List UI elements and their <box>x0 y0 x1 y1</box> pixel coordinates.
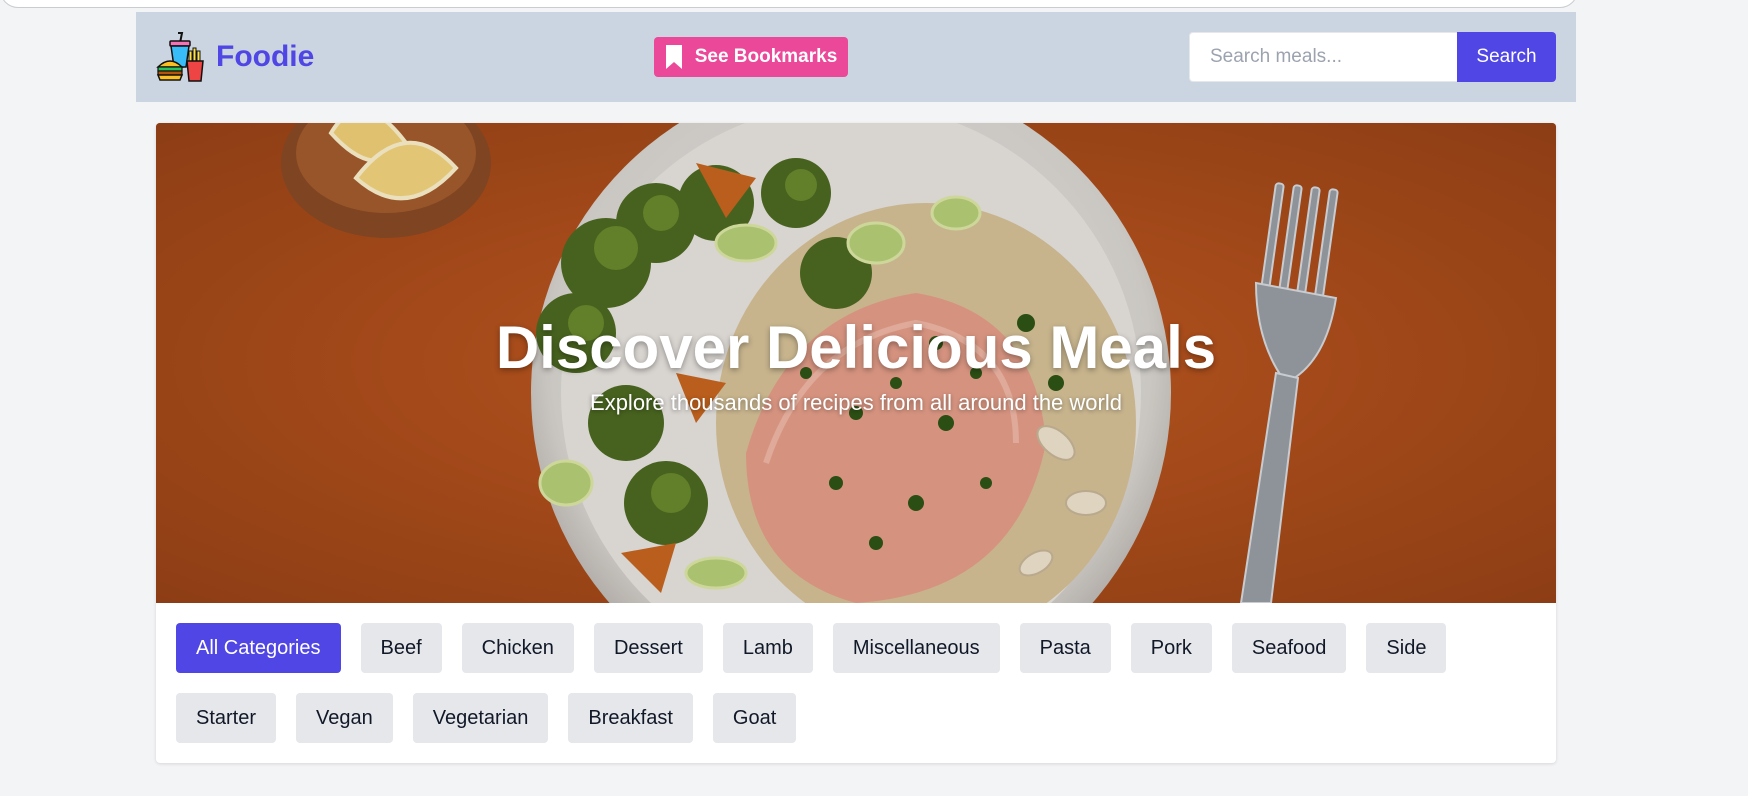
category-filters: All Categories Beef Chicken Dessert Lamb Misc… <box>176 623 1536 743</box>
category-side-button[interactable]: Side <box>1366 623 1447 673</box>
category-dessert-button[interactable]: Dessert <box>593 623 703 673</box>
search-form: Search <box>1189 32 1556 82</box>
category-starter-button[interactable]: Starter <box>176 693 277 743</box>
category-lamb-button[interactable]: Lamb <box>722 623 813 673</box>
search-input[interactable] <box>1189 32 1457 82</box>
category-breakfast-button[interactable]: Breakfast <box>568 693 693 743</box>
category-miscellaneous-button[interactable]: Miscellaneous <box>832 623 1000 673</box>
logo-text: Foodie <box>216 40 315 73</box>
hero-text: Discover Delicious Meals Explore thousan… <box>156 313 1556 417</box>
category-chicken-button[interactable]: Chicken <box>461 623 574 673</box>
hero-banner: Discover Delicious Meals Explore thousan… <box>156 123 1556 603</box>
category-pasta-button[interactable]: Pasta <box>1019 623 1111 673</box>
bookmark-icon <box>665 45 682 69</box>
main-card: Discover Delicious Meals Explore thousan… <box>156 123 1556 763</box>
category-seafood-button[interactable]: Seafood <box>1231 623 1347 673</box>
category-all-categories-button[interactable]: All Categories <box>176 623 341 673</box>
category-pork-button[interactable]: Pork <box>1130 623 1212 673</box>
category-vegan-button[interactable]: Vegan <box>296 693 393 743</box>
browser-chrome-edge <box>0 0 1748 12</box>
see-bookmarks-button[interactable]: See Bookmarks <box>654 37 848 77</box>
fast-food-icon <box>156 32 204 82</box>
category-goat-button[interactable]: Goat <box>712 693 797 743</box>
search-button[interactable]: Search <box>1457 32 1556 82</box>
category-beef-button[interactable]: Beef <box>360 623 442 673</box>
hero-subtitle: Explore thousands of recipes from all ar… <box>590 390 1122 415</box>
hero-title: Discover Delicious Meals <box>495 314 1217 381</box>
address-bar-edge <box>0 0 1578 8</box>
site-header: Foodie See Bookmarks Search <box>136 12 1576 102</box>
see-bookmarks-label: See Bookmarks <box>694 46 838 67</box>
logo[interactable]: Foodie <box>156 31 314 83</box>
category-vegetarian-button[interactable]: Vegetarian <box>412 693 549 743</box>
